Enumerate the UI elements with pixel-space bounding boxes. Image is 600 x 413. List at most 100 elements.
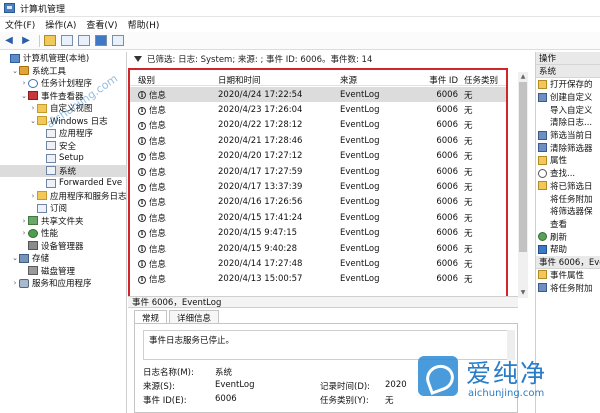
tree-item[interactable]: 订阅 [0,202,126,215]
action-label: 清除筛选器 [550,143,593,154]
action-item[interactable]: 清除日志... [536,116,600,129]
cell-event-id: 6006 [436,166,458,177]
column-category[interactable]: 任务类别 [464,74,506,85]
cell-level: i 信息 [130,135,218,147]
cell-date: 2020/4/16 17:26:56 [218,197,303,208]
cell-date: 2020/4/14 17:27:48 [218,258,303,269]
back-arrow-icon[interactable]: ◀ [2,34,16,48]
filter-icon [134,55,142,62]
action-item[interactable]: 将筛选器保 [536,205,600,218]
action-item[interactable]: 创建自定义 [536,91,600,104]
action-item[interactable]: 事件属性 [536,269,600,282]
chevron-right-icon[interactable]: › [20,229,28,237]
tree-item[interactable]: › 服务和应用程序 [0,277,126,290]
action-item[interactable]: 将任务附加 [536,281,600,294]
cell-category: 无 [464,259,473,270]
show-action-pane-icon[interactable] [111,34,125,48]
tree-item[interactable]: Forwarded Eve [0,177,126,190]
table-row[interactable]: i 信息 2020/4/22 17:28:12 EventLog 6006 无 [130,118,506,133]
action-item[interactable]: 打开保存的 [536,78,600,91]
chevron-right-icon[interactable]: › [11,279,19,287]
action-item[interactable]: 查找... [536,167,600,180]
table-row[interactable]: i 信息 2020/4/20 17:27:12 EventLog 6006 无 [130,149,506,164]
show-tree-icon[interactable] [60,34,74,48]
tree-item[interactable]: › 性能 [0,227,126,240]
action-label: 帮助 [550,245,568,256]
tree-item[interactable]: 计算机管理(本地) [0,52,126,65]
chevron-right-icon[interactable]: › [29,192,37,200]
table-row[interactable]: i 信息 2020/4/15 17:41:24 EventLog 6006 无 [130,210,506,225]
actions-section-event[interactable]: 事件 6006，Eve [536,255,600,269]
tab-details[interactable]: 详细信息 [169,310,220,324]
action-item[interactable]: 属性 [536,154,600,167]
table-row[interactable]: i 信息 2020/4/16 17:26:56 EventLog 6006 无 [130,195,506,210]
chevron-right-icon[interactable]: › [20,79,28,87]
table-row[interactable]: i 信息 2020/4/15 9:40:28 EventLog 6006 无 [130,241,506,256]
action-item[interactable]: 清除筛选器 [536,141,600,154]
cell-level: i 信息 [130,227,218,239]
table-row[interactable]: i 信息 2020/4/13 15:00:57 EventLog 6006 无 [130,272,506,287]
cell-level: i 信息 [130,104,218,116]
tree-item[interactable]: Setup [0,152,126,165]
chevron-right-icon[interactable]: › [20,217,28,225]
chevron-down-icon[interactable]: ⌄ [29,117,37,125]
tree-item-label: Forwarded Eve [59,178,123,189]
column-event-id[interactable]: 事件 ID [424,74,464,85]
scroll-up-icon[interactable]: ▲ [519,73,527,81]
table-row[interactable]: i 信息 2020/4/15 9:47:15 EventLog 6006 无 [130,226,506,241]
cell-date: 2020/4/15 9:47:15 [218,228,298,239]
action-a5-icon [538,244,547,254]
chevron-down-icon[interactable]: ⌄ [20,92,28,100]
action-item[interactable]: 将已筛选日 [536,180,600,193]
menu-help[interactable]: 帮助(H) [123,18,165,31]
help-icon[interactable] [94,34,108,48]
chevron-down-icon[interactable]: ⌄ [11,254,19,262]
actions-list: 打开保存的 创建自定义 导入自定义 清除日志... 筛选当前日 清除筛选器 属性 查找... 将… [536,78,600,256]
table-row[interactable]: i 信息 2020/4/17 17:27:59 EventLog 6006 无 [130,164,506,179]
action-item[interactable]: 导入自定义 [536,103,600,116]
action-item[interactable]: 刷新 [536,230,600,243]
cell-level-text: 信息 [149,259,167,270]
tree-item[interactable]: 磁盘管理 [0,265,126,278]
properties-icon[interactable] [77,34,91,48]
cell-source: EventLog [340,182,380,193]
grid-scrollbar[interactable]: ▲ ▼ [518,72,528,298]
chevron-down-icon[interactable]: ⌄ [11,67,19,75]
chevron-right-icon[interactable]: › [29,104,37,112]
cell-category: 无 [464,244,473,255]
table-row[interactable]: i 信息 2020/4/21 17:28:46 EventLog 6006 无 [130,133,506,148]
tree-item[interactable]: 设备管理器 [0,240,126,253]
folder-up-icon[interactable] [43,34,57,48]
tree-item[interactable]: ⌄ 存储 [0,252,126,265]
tree-item[interactable]: › 应用程序和服务日志 [0,190,126,203]
tree-item[interactable]: › 共享文件夹 [0,215,126,228]
tree-item[interactable]: 应用程序 [0,127,126,140]
menu-action[interactable]: 操作(A) [40,18,81,31]
cell-level-text: 信息 [149,213,167,224]
tree-item[interactable]: 安全 [0,140,126,153]
tree-item[interactable]: 系统 [0,164,126,177]
cell-category: 无 [464,106,473,117]
column-source[interactable]: 来源 [340,74,424,85]
column-level[interactable]: 级别 [130,74,218,85]
menu-view[interactable]: 查看(V) [81,18,122,31]
action-item[interactable]: 帮助 [536,243,600,256]
table-row[interactable]: i 信息 2020/4/24 17:22:54 EventLog 6006 无 [130,87,506,103]
action-item[interactable]: 筛选当前日 [536,129,600,142]
action-item[interactable]: 查看 [536,218,600,231]
forward-arrow-icon[interactable]: ▶ [19,34,33,48]
cell-level: i 信息 [130,119,218,131]
table-row[interactable]: i 信息 2020/4/14 17:27:48 EventLog 6006 无 [130,256,506,271]
action-item[interactable]: 将任务附加 [536,192,600,205]
table-row[interactable]: i 信息 2020/4/17 13:37:39 EventLog 6006 无 [130,179,506,194]
cell-level: i 信息 [130,212,218,224]
filter-summary: 已筛选: 日志: System; 来源: ; 事件 ID: 6006。事件数: … [128,52,534,65]
table-row[interactable]: i 信息 2020/4/23 17:26:04 EventLog 6006 无 [130,102,506,117]
scroll-down-icon[interactable]: ▼ [519,289,527,297]
menu-file[interactable]: 文件(F) [0,18,40,31]
scrollbar-thumb[interactable] [519,82,527,252]
column-date[interactable]: 日期和时间 [218,74,340,85]
tab-general[interactable]: 常规 [134,310,168,324]
disk-icon [28,266,38,276]
actions-section-system[interactable]: 系统 [536,65,600,78]
